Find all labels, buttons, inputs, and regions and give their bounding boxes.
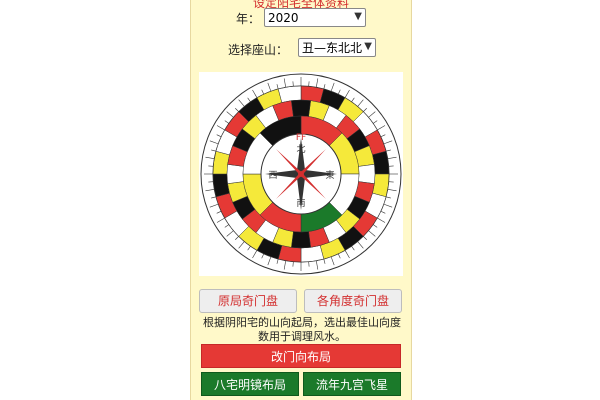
compass-logo: FF xyxy=(296,133,306,143)
mountain-select[interactable]: 丑—东北北 ▼ xyxy=(298,38,376,57)
flying-star-button[interactable]: 流年九宫飞星 xyxy=(303,372,401,396)
compass-segment xyxy=(226,164,244,184)
compass-west-label: 西 xyxy=(268,170,277,181)
original-panel-button[interactable]: 原局奇门盘 xyxy=(199,289,297,313)
compass-south-label: 南 xyxy=(296,197,305,209)
year-select[interactable]: 2020 ▼ xyxy=(264,8,366,27)
chevron-down-icon: ▼ xyxy=(364,41,372,52)
bazhai-button[interactable]: 八宅明镜布局 xyxy=(201,372,299,396)
description-text: 根据阴阳宅的山向起局，选出最佳山向度数用于调理风水。 xyxy=(203,316,401,343)
mountain-select-value: 丑—东北北 xyxy=(302,41,363,55)
year-label: 年： xyxy=(236,12,261,26)
compass-north-label: 北 xyxy=(296,144,305,155)
chevron-down-icon: ▼ xyxy=(354,11,362,22)
luopan-compass: FF 北 南 西 東 xyxy=(199,72,403,276)
change-door-button[interactable]: 改门向布局 xyxy=(201,344,401,368)
compass-segment xyxy=(291,99,311,117)
compass-segment xyxy=(291,231,311,249)
mountain-label: 选择座山： xyxy=(228,43,289,57)
compass-east-label: 東 xyxy=(325,169,334,181)
compass-segment xyxy=(358,164,376,184)
angle-panel-button[interactable]: 各角度奇门盘 xyxy=(304,289,402,313)
year-select-value: 2020 xyxy=(268,11,299,25)
